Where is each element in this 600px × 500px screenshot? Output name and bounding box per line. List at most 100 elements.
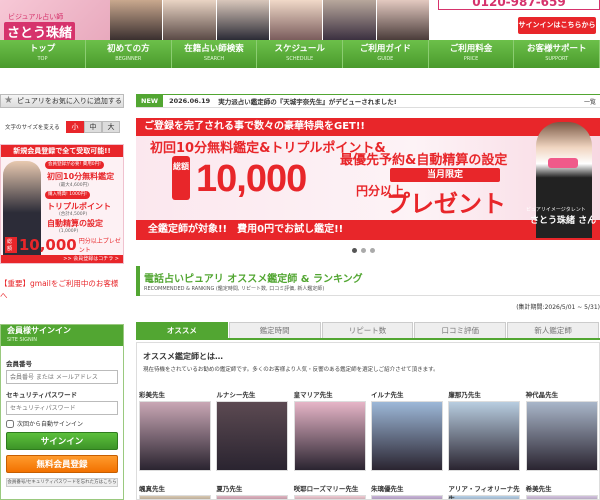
aggregation-period: (集計期間:2026/5/01 ~ 5/31)	[516, 304, 600, 311]
font-size-control: 文字のサイズを変える 小 中 大	[0, 120, 124, 134]
font-size-medium[interactable]: 中	[84, 121, 102, 133]
reader-card[interactable]: ルナシー先生	[214, 389, 291, 471]
reader-photo[interactable]	[139, 401, 211, 471]
reader-card[interactable]: 咲耶ローズマリー先生	[292, 483, 369, 499]
nav-label: ご利用ガイド	[359, 44, 411, 54]
font-size-large[interactable]: 大	[102, 121, 120, 133]
header-photo	[323, 0, 377, 40]
signin-header: 会員様サインイン SITE SIGNIN	[1, 325, 123, 346]
news-headline[interactable]: 実力派占い鑑定師の『天城宇奈先生』がデビューされました!	[218, 96, 396, 106]
header-photo	[376, 0, 430, 40]
ranking-title: 電話占いピュアリ オススメ鑑定師 & ランキング	[144, 274, 363, 285]
promo-register-link[interactable]: >> 会員登録はコチラ >	[1, 255, 123, 263]
reader-card[interactable]: 彩美先生	[137, 389, 214, 471]
font-size-small[interactable]: 小	[66, 121, 84, 133]
pagination-dot[interactable]	[370, 248, 375, 253]
reader-photo[interactable]	[525, 495, 598, 499]
reader-photo[interactable]	[139, 495, 211, 499]
promo-line: 初回10分無料鑑定	[47, 172, 115, 181]
news-date: 2026.06.19	[169, 97, 211, 105]
reader-name: 希美先生	[525, 485, 552, 493]
promo-total-badge: 総額	[5, 237, 17, 253]
header-photo	[163, 0, 217, 40]
nav-beginner[interactable]: 初めての方 BEGINNER	[86, 40, 172, 68]
reader-card[interactable]: 希美先生	[524, 483, 599, 499]
promo-heading: 新規会員登録で全て受取可能!!	[1, 145, 123, 157]
reader-card[interactable]: 夏乃先生	[214, 483, 291, 499]
reader-photo[interactable]	[448, 495, 521, 499]
nav-schedule[interactable]: スケジュール SCHEDULE	[257, 40, 344, 68]
reader-photo[interactable]	[370, 495, 443, 499]
news-bar: NEW 2026.06.19 実力派占い鑑定師の『天城宇奈先生』がデビューされま…	[136, 94, 600, 108]
password-label: セキュリティパスワード	[6, 391, 78, 399]
header-photo	[216, 0, 270, 40]
nav-search[interactable]: 在籍占い師検索 SEARCH	[171, 40, 258, 68]
add-favorite-button[interactable]: ★ ピュアリをお気に入りに追加する	[0, 94, 124, 108]
signin-subtitle: SITE SIGNIN	[7, 337, 37, 343]
nav-guide[interactable]: ご利用ガイド GUIDE	[343, 40, 429, 68]
header-signin-button[interactable]: サインインはこちらから	[518, 17, 596, 34]
auto-signin-option[interactable]: 次回から自動サインイン	[6, 419, 83, 428]
banner-top-text: ご登録を完了される事で数々の豪華特典をGET!!	[136, 118, 600, 136]
promo-unit: 円分以上プレゼント	[78, 238, 121, 254]
tab-repeat-count[interactable]: リピート数	[321, 322, 414, 338]
member-id-label: 会員番号	[6, 360, 32, 368]
forgot-password-link[interactable]: 会員番号/セキュリティパスワードを忘れた方はこちら	[6, 478, 118, 487]
reader-photo[interactable]	[293, 401, 366, 471]
news-all-link[interactable]: 一覧	[584, 97, 596, 106]
header-photo	[110, 0, 164, 40]
pagination-dot[interactable]	[352, 248, 357, 253]
site-logo[interactable]: ビジュアル占い師 さとう珠緒	[0, 0, 110, 40]
font-size-label: 文字のサイズを変える	[5, 125, 60, 131]
reader-photo[interactable]	[525, 401, 598, 471]
reader-photo[interactable]	[216, 495, 289, 499]
gmail-notice-link[interactable]: 【重要】gmailをご利用中のお客様へ	[0, 278, 124, 302]
free-register-button[interactable]: 無料会員登録	[6, 455, 118, 473]
pagination-dot[interactable]	[361, 248, 366, 253]
promo-note: (最大4,600円)	[59, 183, 89, 188]
reader-photo[interactable]	[448, 401, 521, 471]
reader-photo[interactable]	[370, 401, 443, 471]
tab-reviews[interactable]: 口コミ評価	[414, 322, 507, 338]
nav-support[interactable]: お客様サポート SUPPORT	[514, 40, 600, 68]
promo-note: (合計4,500P)	[59, 212, 88, 217]
logo-name: さとう珠緒	[4, 22, 76, 40]
reader-name: 颯真先生	[139, 485, 165, 493]
reader-name: アリア・フィオリーナ先生	[448, 485, 520, 500]
reader-card[interactable]: 颯真先生	[137, 483, 214, 499]
reader-name: 朱璃優先生	[370, 485, 404, 493]
tab-recommended[interactable]: オススメ	[136, 322, 228, 338]
reader-name: 彩美先生	[139, 391, 165, 399]
nav-sub: SEARCH	[203, 56, 225, 62]
tab-session-time[interactable]: 鑑定時間	[228, 322, 321, 338]
signin-title: 会員様サインイン	[7, 326, 71, 335]
register-promo-banner[interactable]: 新規会員登録で全て受取可能!! 会員登録が必要! 費用0円! 初回10分無料鑑定…	[0, 144, 124, 264]
member-id-input[interactable]	[6, 370, 118, 384]
header-photo	[269, 0, 324, 40]
reader-card[interactable]: イルナ先生	[369, 389, 446, 471]
reader-name: 神代晶先生	[525, 391, 559, 399]
nav-top[interactable]: トップ TOP	[0, 40, 86, 68]
reader-card[interactable]: 朱璃優先生	[369, 483, 446, 499]
nav-label: お客様サポート	[526, 44, 587, 54]
auto-signin-checkbox[interactable]	[6, 419, 14, 428]
recommended-panel: オススメ鑑定師とは… 現在待機をされているお勧めの鑑定師です。多くのお客様より人…	[136, 342, 600, 500]
reader-card[interactable]: 皇マリア先生	[292, 389, 369, 471]
signin-button[interactable]: サインイン	[6, 432, 118, 450]
nav-price[interactable]: ご利用料金 PRICE	[428, 40, 515, 68]
tab-new-readers[interactable]: 新人鑑定師	[507, 322, 599, 338]
ranking-tabs: オススメ 鑑定時間 リピート数 口コミ評価 新人鑑定師	[136, 322, 600, 340]
reader-card[interactable]: アリア・フィオリーナ先生	[446, 483, 523, 500]
reader-photo[interactable]	[293, 495, 366, 499]
recommended-title: オススメ鑑定師とは…	[143, 352, 223, 361]
nav-sub: GUIDE	[377, 56, 394, 62]
reader-photo[interactable]	[216, 401, 289, 471]
banner-scarf	[548, 158, 578, 168]
main-campaign-banner[interactable]: ご登録を完了される事で数々の豪華特典をGET!! 初回10分無料鑑定&トリプルポ…	[136, 118, 600, 240]
reader-card[interactable]: 神代晶先生	[524, 389, 599, 471]
nav-label: スケジュール	[274, 44, 325, 54]
password-input[interactable]	[6, 401, 118, 415]
phone-number[interactable]: 0120-987-659	[438, 0, 600, 10]
nav-sub: SUPPORT	[545, 56, 569, 62]
reader-card[interactable]: 廉那乃先生	[446, 389, 523, 471]
